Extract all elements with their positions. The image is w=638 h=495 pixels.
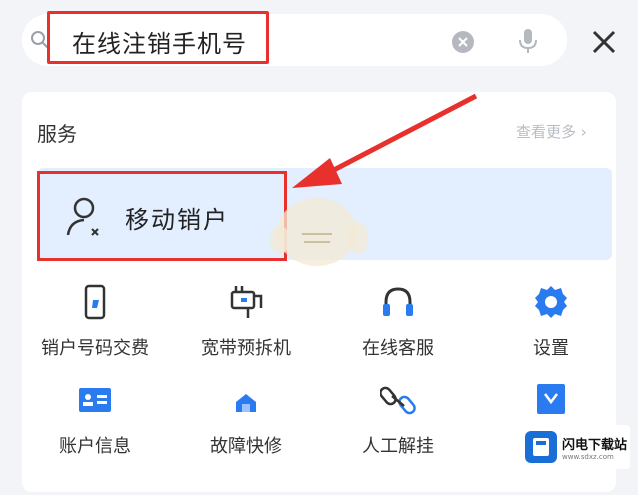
result-label: 移动销户: [125, 206, 229, 234]
phone-icon: [84, 284, 106, 320]
service-item[interactable]: 销户号码交费: [20, 284, 170, 360]
microphone-icon[interactable]: [517, 27, 539, 55]
mascot-watermark: [270, 198, 368, 266]
service-item[interactable]: 宽带预拆机: [171, 284, 321, 360]
service-label: 人工解挂: [362, 436, 434, 457]
headset-icon: [383, 287, 413, 316]
service-item[interactable]: 人工解挂: [323, 382, 473, 458]
view-more-link[interactable]: 查看更多 ›: [516, 121, 587, 142]
lightning-logo-icon: [525, 431, 557, 463]
link-icon: [380, 386, 416, 415]
id-card-icon: [79, 388, 111, 412]
service-item[interactable]: 设置: [476, 284, 626, 360]
service-label: 故障快修: [210, 436, 282, 457]
clear-icon[interactable]: [451, 30, 475, 54]
repair-icon: [236, 394, 256, 412]
service-item[interactable]: 账户信息: [20, 382, 170, 458]
router-icon: [230, 286, 263, 318]
watermark-url: www.sdxz.com: [562, 453, 614, 461]
section-title: 服务: [37, 122, 77, 146]
service-label: 销户号码交费: [41, 338, 149, 359]
gear-icon: [535, 286, 567, 318]
user-icon: [66, 197, 99, 236]
service-item[interactable]: 故障快修: [171, 382, 321, 458]
service-label: 宽带预拆机: [201, 338, 291, 359]
service-item[interactable]: 在线客服: [323, 284, 473, 360]
service-label: 在线客服: [362, 338, 434, 359]
search-highlight-box: [47, 11, 269, 64]
service-label: 账户信息: [59, 436, 131, 457]
card-icon: [537, 384, 565, 414]
close-icon[interactable]: [590, 28, 618, 56]
watermark-title: 闪电下载站: [562, 438, 628, 453]
service-label: 设置: [533, 338, 569, 359]
